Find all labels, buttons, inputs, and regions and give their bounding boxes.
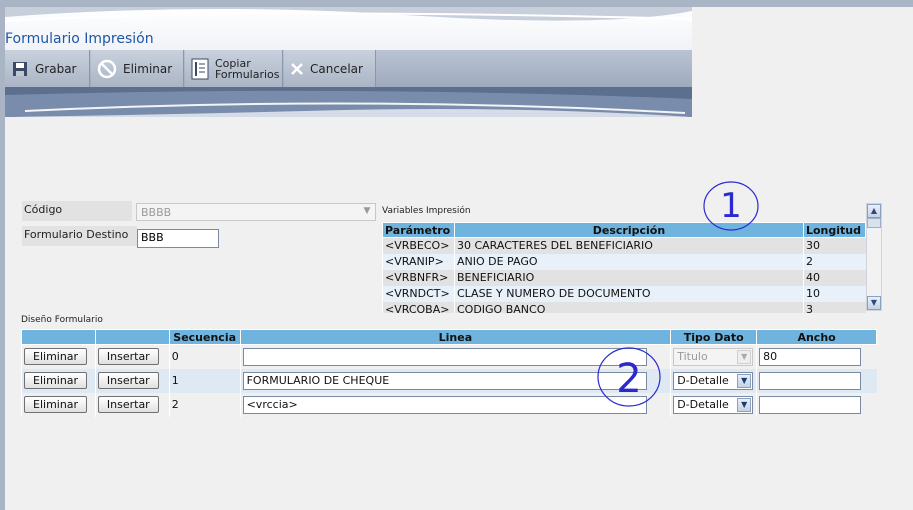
param-cell: <VRCOBA>: [382, 301, 455, 313]
table-row: Eliminar Insertar 2 <vrccia> D-Detalle ▼: [21, 392, 877, 417]
destino-label: Formulario Destino: [22, 226, 137, 246]
tipo-dato-value: D-Detalle: [677, 373, 729, 387]
table-row[interactable]: <VRNDCT> CLASE Y NUMERO DE DOCUMENTO 10: [382, 285, 866, 302]
desc-cell: 30 CARACTERES DEL BENEFICIARIO: [453, 237, 804, 254]
desc-cell: CLASE Y NUMERO DE DOCUMENTO: [453, 285, 804, 302]
secuencia-cell: 0: [168, 344, 241, 369]
chevron-down-icon: ▼: [737, 349, 752, 364]
cancel-button[interactable]: Cancelar: [284, 50, 376, 87]
codigo-label: Código: [22, 201, 132, 221]
row-insert-button[interactable]: Insertar: [97, 348, 159, 366]
row-insert-button[interactable]: Insertar: [97, 372, 159, 389]
prohibited-icon: [97, 59, 117, 78]
variables-header-row: Parámetro Descripción Longitud: [382, 222, 866, 238]
chevron-down-icon: ▼: [363, 206, 371, 216]
row-delete-button[interactable]: Eliminar: [24, 396, 88, 413]
page-title: Formulario Impresión: [5, 31, 154, 47]
param-cell: <VRNDCT>: [382, 285, 455, 302]
desc-cell: BENEFICIARIO: [453, 269, 804, 286]
col-header-secuencia: Secuencia: [168, 329, 241, 345]
length-cell: 30: [802, 237, 866, 254]
copy-forms-button[interactable]: Copiar Formularios: [185, 50, 283, 87]
scroll-up-icon[interactable]: ▲: [867, 204, 881, 218]
linea-input[interactable]: FORMULARIO DE CHEQUE: [242, 371, 647, 390]
variables-table-wrap: Parámetro Descripción Longitud <VRBECO> …: [382, 222, 866, 313]
length-cell: 2: [802, 253, 866, 270]
chevron-down-icon: ▼: [737, 373, 752, 388]
copy-document-icon: [191, 58, 209, 79]
table-row: Eliminar Insertar 0 Titulo ▼ 80: [21, 344, 877, 369]
annotation-two-label: 2: [616, 356, 641, 402]
copy-forms-label: Copiar Formularios: [215, 58, 280, 80]
codigo-select-value: BBBB: [141, 206, 172, 219]
param-cell: <VRANIP>: [382, 253, 455, 270]
header-banner: Formulario Impresión Grabar Eliminar Cop…: [5, 7, 692, 117]
close-icon: [291, 62, 303, 75]
col-header-ancho: Ancho: [756, 329, 877, 345]
linea-input[interactable]: [242, 347, 647, 366]
col-header-eliminar: [21, 329, 96, 345]
save-button[interactable]: Grabar: [5, 50, 90, 87]
variables-caption: Variables Impresión: [382, 206, 471, 216]
floppy-icon: [13, 61, 27, 76]
col-header-tipo-dato: Tipo Dato: [670, 329, 758, 345]
design-caption: Diseño Formulario: [21, 315, 103, 325]
codigo-select[interactable]: BBBB ▼: [136, 203, 376, 221]
variables-table: Parámetro Descripción Longitud <VRBECO> …: [382, 222, 866, 313]
toolbar: Grabar Eliminar Copiar Formularios Cance…: [5, 50, 692, 87]
param-cell: <VRBNFR>: [382, 269, 455, 286]
table-row[interactable]: <VRBNFR> BENEFICIARIO 40: [382, 269, 866, 286]
save-label: Grabar: [35, 61, 77, 76]
desc-cell: CODIGO BANCO: [453, 301, 804, 313]
table-row[interactable]: <VRANIP> ANIO DE PAGO 2: [382, 253, 866, 270]
table-row: Eliminar Insertar 1 FORMULARIO DE CHEQUE…: [21, 368, 877, 393]
row-insert-button[interactable]: Insertar: [97, 396, 159, 413]
destino-input[interactable]: BBB: [137, 229, 219, 248]
tipo-dato-value: D-Detalle: [677, 397, 729, 411]
table-row[interactable]: <VRBECO> 30 CARACTERES DEL BENEFICIARIO …: [382, 237, 866, 254]
scroll-thumb[interactable]: [867, 218, 881, 228]
copy-forms-label-line2: Formularios: [215, 67, 280, 81]
design-table-wrap: Secuencia Linea Tipo Dato Ancho Eliminar…: [21, 329, 877, 417]
annotation-two: 2: [597, 347, 661, 407]
delete-button[interactable]: Eliminar: [91, 50, 184, 87]
design-header-row: Secuencia Linea Tipo Dato Ancho: [21, 329, 877, 345]
ancho-input[interactable]: 80: [759, 347, 862, 366]
secuencia-cell: 1: [168, 368, 241, 393]
col-header-insertar: [94, 329, 170, 345]
secuencia-cell: 2: [168, 392, 241, 417]
linea-input[interactable]: <vrccia>: [242, 395, 647, 414]
desc-cell: ANIO DE PAGO: [453, 253, 804, 270]
delete-label: Eliminar: [123, 61, 173, 76]
length-cell: 3: [802, 301, 866, 313]
tipo-dato-select[interactable]: Titulo ▼: [673, 347, 754, 366]
row-delete-button[interactable]: Eliminar: [24, 372, 88, 389]
tipo-dato-select[interactable]: D-Detalle ▼: [673, 371, 754, 390]
length-cell: 40: [802, 269, 866, 286]
table-row[interactable]: <VRCOBA> CODIGO BANCO 3: [382, 301, 866, 313]
param-cell: <VRBECO>: [382, 237, 455, 254]
design-table: Secuencia Linea Tipo Dato Ancho Eliminar…: [21, 329, 877, 417]
ancho-input[interactable]: [759, 395, 862, 414]
col-header-parametro: Parámetro: [382, 222, 455, 238]
col-header-linea: Linea: [239, 329, 672, 345]
tipo-dato-select[interactable]: D-Detalle ▼: [673, 395, 754, 414]
col-header-longitud: Longitud: [802, 222, 866, 238]
ancho-input[interactable]: [759, 371, 862, 390]
annotation-one-label: 1: [720, 186, 742, 226]
tipo-dato-value: Titulo: [677, 349, 708, 363]
variables-scrollbar[interactable]: ▲ ▼: [866, 203, 882, 311]
chevron-down-icon: ▼: [737, 397, 752, 412]
row-delete-button[interactable]: Eliminar: [24, 348, 88, 366]
annotation-one: 1: [703, 181, 759, 231]
scroll-down-icon[interactable]: ▼: [867, 296, 881, 310]
page: Formulario Impresión Grabar Eliminar Cop…: [5, 7, 913, 510]
cancel-label: Cancelar: [310, 61, 363, 76]
length-cell: 10: [802, 285, 866, 302]
